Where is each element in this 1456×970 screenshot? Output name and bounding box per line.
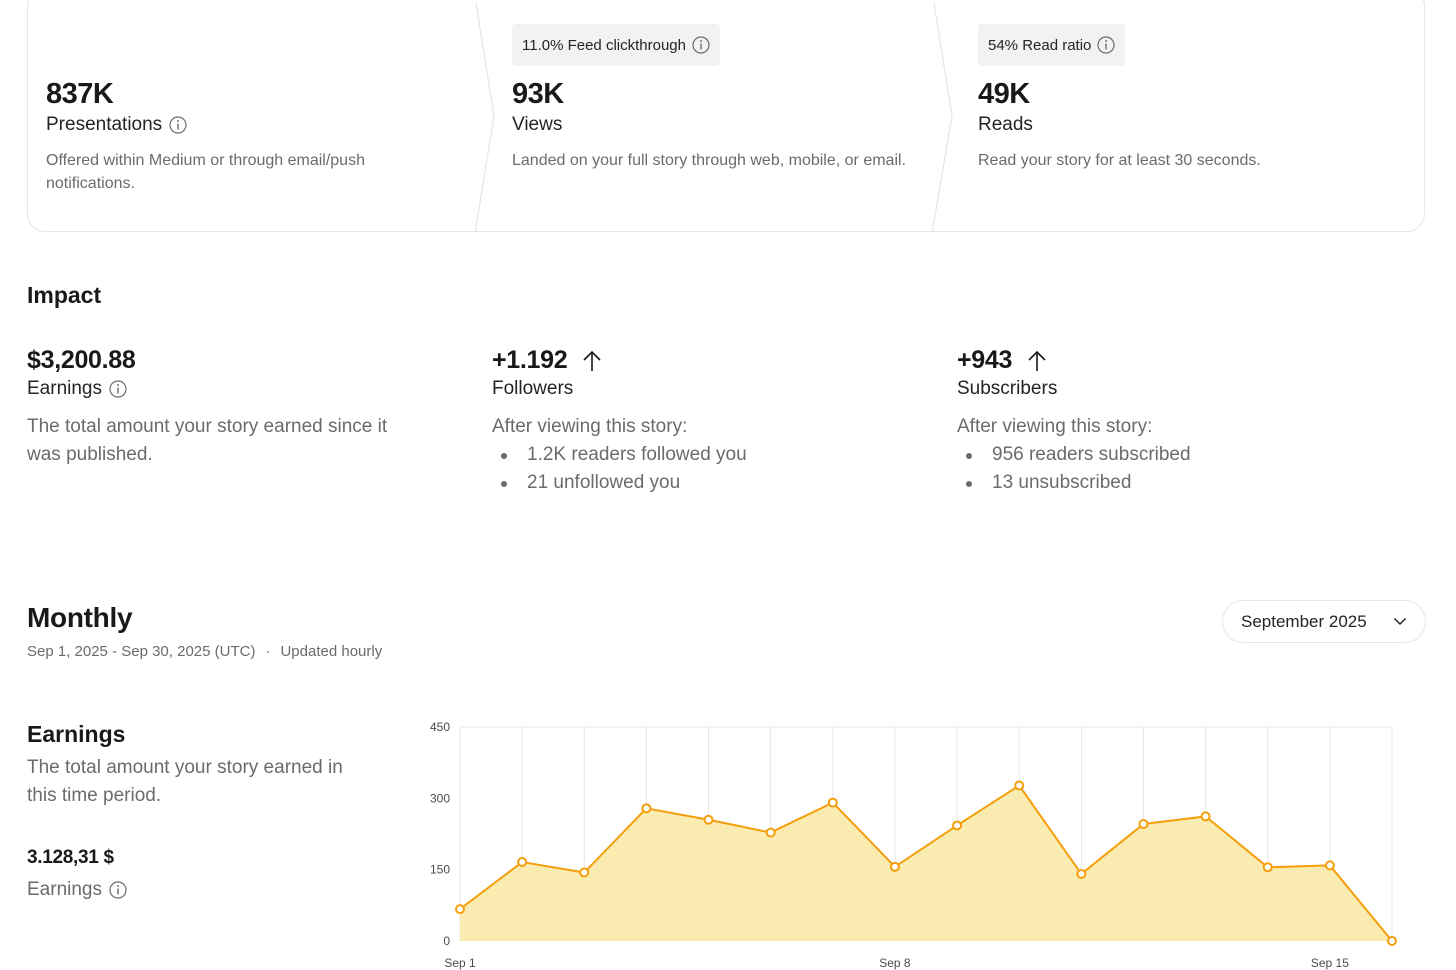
followers-intro: After viewing this story:	[492, 416, 688, 437]
data-point[interactable]	[455, 904, 465, 915]
followers-value-row: +1.192	[492, 346, 603, 375]
impact-earnings-label-row: Earnings	[27, 378, 127, 400]
data-point[interactable]	[765, 827, 776, 838]
impact-heading: Impact	[27, 282, 102, 308]
read-ratio-text: 54% Read ratio	[988, 36, 1092, 54]
arrow-up-icon	[1028, 350, 1046, 371]
x-tick-label: Sep 8	[879, 956, 911, 970]
read-ratio-badge: 54% Read ratio	[978, 24, 1126, 66]
y-tick-label: 150	[430, 863, 450, 877]
subscribers-bullet-list: 956 readers subscribed 13 unsubscribed	[957, 441, 1191, 497]
subscribers-value-row: +943	[957, 346, 1048, 375]
y-tick-label: 0	[443, 934, 450, 948]
info-icon[interactable]	[109, 380, 127, 398]
list-item: 1.2K readers followed you	[492, 441, 747, 469]
chevron-down-icon	[1393, 617, 1407, 626]
feed-clickthrough-badge: 11.0% Feed clickthrough	[512, 24, 720, 66]
x-tick-label: Sep 1	[444, 956, 476, 970]
monthly-date-range: Sep 1, 2025 - Sep 30, 2025 (UTC)	[27, 643, 256, 660]
monthly-separator: ·	[265, 643, 271, 660]
data-point[interactable]	[579, 867, 590, 878]
feed-clickthrough-text: 11.0% Feed clickthrough	[522, 36, 686, 54]
impact-earnings-amount: $3,200.88	[27, 346, 136, 374]
list-item: 13 unsubscribed	[957, 469, 1191, 497]
subscribers-label: Subscribers	[957, 378, 1058, 399]
views-value: 93K	[512, 78, 564, 110]
monthly-subtitle: Sep 1, 2025 - Sep 30, 2025 (UTC) · Updat…	[27, 643, 382, 660]
arrow-up-icon	[583, 350, 601, 371]
earnings-area	[460, 785, 1392, 941]
followers-label: Followers	[492, 378, 574, 399]
reads-value: 49K	[978, 78, 1030, 110]
data-point[interactable]	[1387, 936, 1397, 946]
period-select-value: September 2025	[1241, 611, 1367, 631]
data-point[interactable]	[889, 861, 900, 872]
presentations-description: Offered within Medium or through email/p…	[46, 152, 365, 192]
subscribers-value: +943	[957, 346, 1013, 374]
list-item: 21 unfollowed you	[492, 469, 747, 497]
data-point[interactable]	[952, 820, 963, 831]
impact-earnings-value: $3,200.88	[27, 346, 136, 375]
reads-description: Read your story for at least 30 seconds.	[978, 152, 1261, 169]
presentations-label: Presentations	[46, 114, 163, 135]
earnings-chart: 0 150 300 450 Sep 1 Sep 8 Sep 15	[430, 720, 1397, 970]
y-tick-label: 300	[430, 791, 450, 805]
data-point[interactable]	[1324, 860, 1335, 871]
info-icon[interactable]	[692, 36, 710, 54]
funnel-dividers	[474, 2, 953, 234]
data-point[interactable]	[1200, 811, 1211, 822]
followers-value: +1.192	[492, 346, 568, 374]
data-point[interactable]	[703, 814, 714, 825]
subscribers-intro: After viewing this story:	[957, 416, 1153, 437]
followers-bullet-list: 1.2K readers followed you 21 unfollowed …	[492, 441, 747, 497]
info-icon[interactable]	[1097, 36, 1116, 54]
data-point[interactable]	[827, 797, 838, 808]
data-point[interactable]	[1014, 780, 1025, 791]
data-point[interactable]	[641, 803, 652, 814]
period-select[interactable]: September 2025	[1222, 600, 1426, 643]
x-tick-label: Sep 15	[1311, 956, 1349, 970]
data-point[interactable]	[1138, 819, 1149, 830]
monthly-updated: Updated hourly	[280, 643, 383, 660]
views-label: Views	[512, 114, 563, 135]
info-icon[interactable]	[169, 116, 187, 134]
monthly-heading: Monthly	[27, 602, 133, 633]
data-point[interactable]	[1262, 862, 1273, 873]
y-tick-label: 450	[430, 720, 450, 734]
data-point[interactable]	[517, 857, 528, 868]
data-point[interactable]	[1076, 868, 1087, 879]
presentations-label-row: Presentations	[46, 114, 187, 136]
impact-earnings-label: Earnings	[27, 378, 102, 399]
reads-label: Reads	[978, 114, 1033, 135]
list-item: 956 readers subscribed	[957, 441, 1191, 469]
presentations-value: 837K	[46, 78, 114, 110]
views-description: Landed on your full story through web, m…	[512, 152, 906, 169]
impact-earnings-description: The total amount your story earned since…	[27, 416, 388, 465]
